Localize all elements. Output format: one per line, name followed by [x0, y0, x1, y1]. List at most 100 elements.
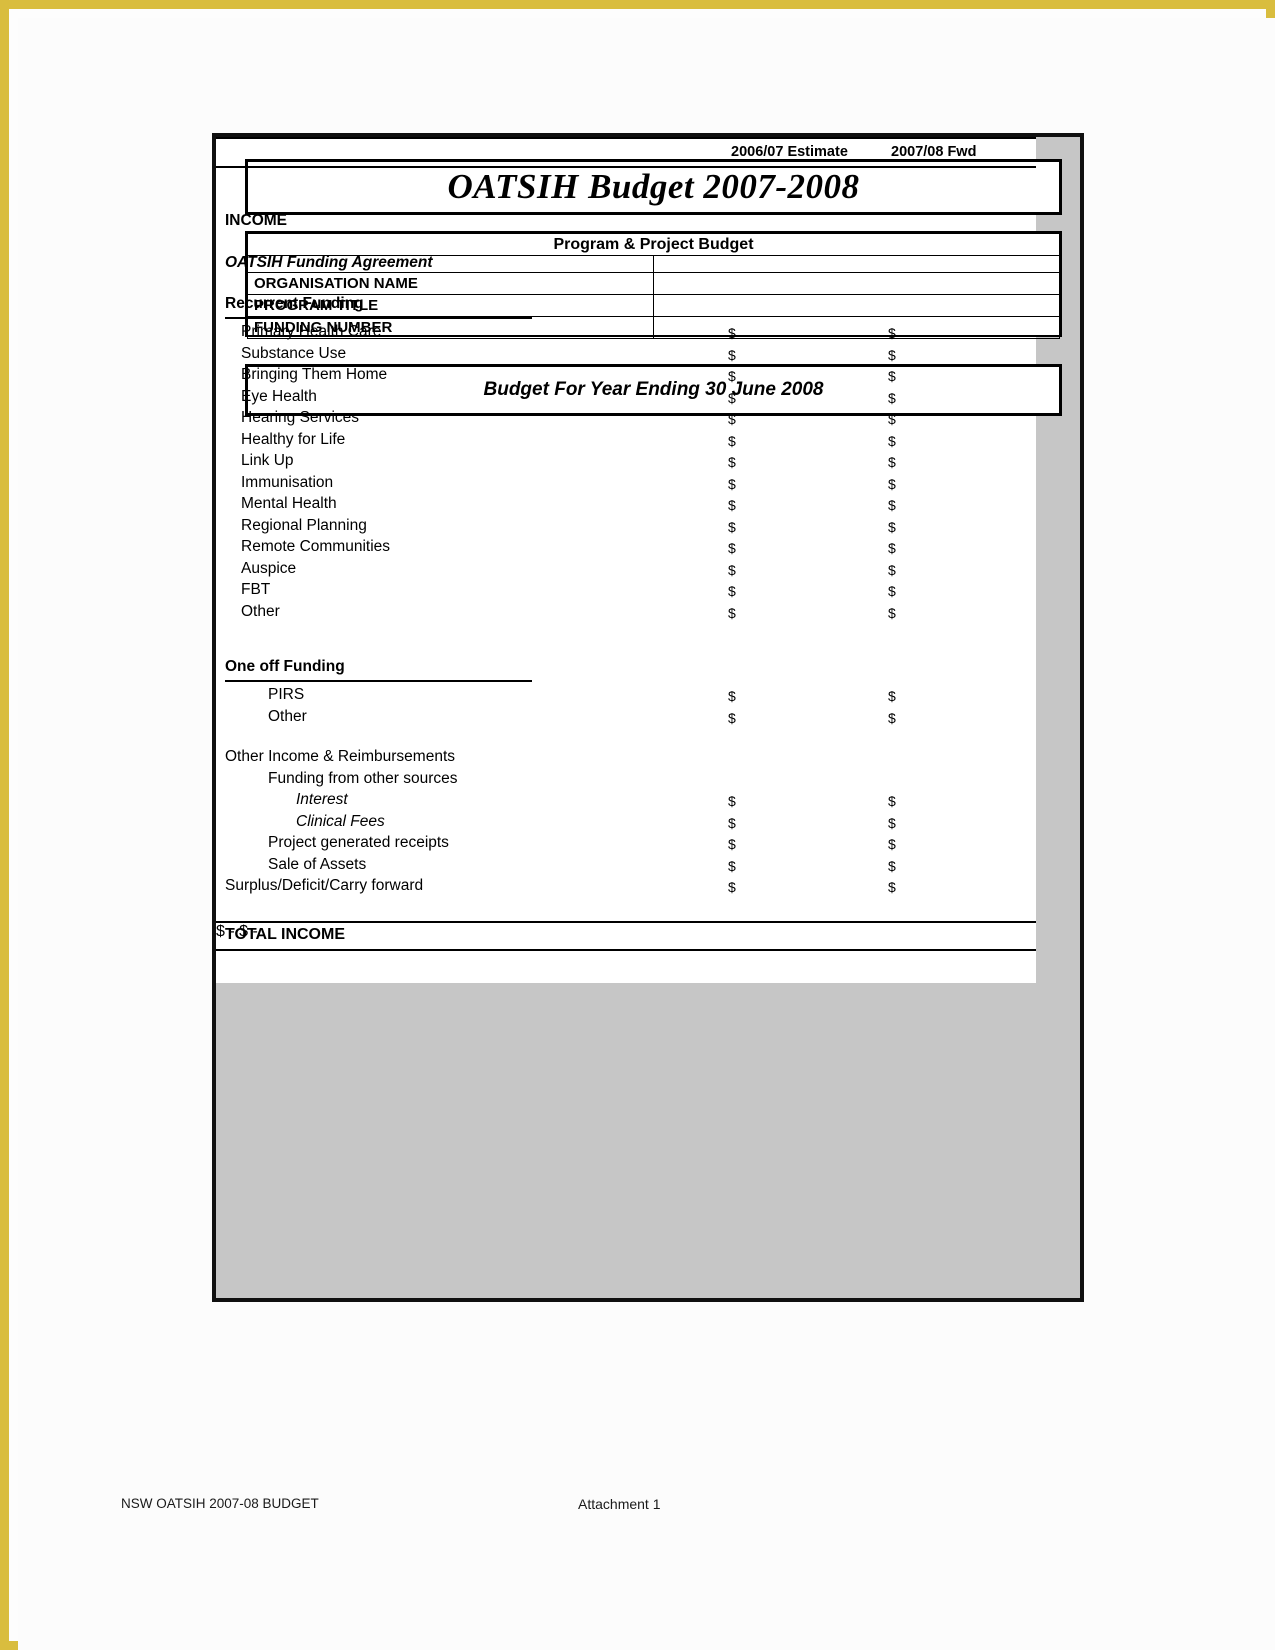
one-off-funding-heading: One off Funding	[225, 658, 345, 675]
line-label: FBT	[241, 581, 271, 598]
line-amount-estimate[interactable]: $	[728, 325, 736, 341]
line-amount-forward[interactable]: $	[888, 454, 896, 470]
line-amount-estimate[interactable]: $	[728, 411, 736, 427]
line-amount-forward[interactable]: $	[888, 605, 896, 621]
line-amount-forward[interactable]: $	[888, 583, 896, 599]
other-sources-heading: Funding from other sources	[268, 769, 458, 787]
line-amount-forward[interactable]: $	[888, 562, 896, 578]
line-label: Primary Health Care	[241, 323, 382, 340]
line-amount-estimate[interactable]: $	[728, 583, 736, 599]
budget-form-panel: OATSIH Budget 2007-2008 Program & Projec…	[212, 133, 1084, 1302]
line-amount-estimate[interactable]: $	[728, 519, 736, 535]
line-label: PIRS	[268, 686, 305, 703]
line-amount-estimate[interactable]: $	[728, 793, 736, 809]
line-amount-forward[interactable]: $	[888, 836, 896, 852]
column-header-forward: 2007/08 Fwd	[891, 144, 977, 160]
list-item: FBT $ $	[216, 581, 1036, 603]
other-income-heading: Other Income & Reimbursements	[225, 748, 456, 765]
list-item: Mental Health $ $	[216, 495, 1036, 517]
line-amount-estimate[interactable]: $	[728, 476, 736, 492]
page-footer: NSW OATSIH 2007-08 BUDGET Attachment 1	[18, 1496, 1275, 1536]
list-item: Interest $ $	[216, 791, 1036, 813]
line-amount-forward[interactable]: $	[888, 411, 896, 427]
line-amount-forward[interactable]: $	[888, 858, 896, 874]
footer-attachment-label: Attachment 1	[578, 1496, 661, 1512]
line-amount-forward[interactable]: $	[888, 540, 896, 556]
line-amount-estimate[interactable]: $	[728, 562, 736, 578]
line-amount-estimate[interactable]: $	[728, 605, 736, 621]
line-label: Sale of Assets	[268, 855, 367, 873]
income-section-heading-row: INCOME	[216, 212, 1036, 234]
footer-left-text: NSW OATSIH 2007-08 BUDGET	[121, 1496, 319, 1511]
line-amount-forward[interactable]: $	[888, 476, 896, 492]
line-label: Remote Communities	[241, 538, 391, 555]
line-amount-forward[interactable]: $	[888, 688, 896, 704]
budget-sheet: 2006/07 Estimate 2007/08 Fwd INCOME OATS…	[216, 137, 1036, 983]
list-item: Immunisation $ $	[216, 474, 1036, 496]
one-off-funding-group-row: One off Funding	[216, 658, 1036, 680]
line-label: Mental Health	[241, 495, 337, 512]
line-amount-estimate[interactable]: $	[728, 815, 736, 831]
surplus-row: Surplus/Deficit/Carry forward $ $	[216, 877, 1036, 899]
income-section-heading: INCOME	[225, 212, 287, 229]
line-label: Eye Health	[241, 387, 317, 405]
list-item: Other $ $	[216, 708, 1036, 730]
line-amount-estimate[interactable]: $	[728, 347, 736, 363]
line-amount-estimate[interactable]: $	[728, 497, 736, 513]
page-border: OATSIH Budget 2007-2008 Program & Projec…	[0, 0, 1275, 1650]
list-item: Clinical Fees $ $	[216, 813, 1036, 835]
list-item: Primary Health Care $ $	[216, 323, 1036, 345]
list-item: Substance Use $ $	[216, 345, 1036, 367]
line-amount-forward[interactable]: $	[888, 390, 896, 406]
line-amount-forward[interactable]: $	[888, 519, 896, 535]
line-amount-forward[interactable]: $	[888, 347, 896, 363]
list-item: Link Up $ $	[216, 452, 1036, 474]
other-sources-heading-row: Funding from other sources	[216, 770, 1036, 792]
list-item: Other $ $	[216, 603, 1036, 625]
line-amount-estimate[interactable]: $	[728, 433, 736, 449]
line-label: Project generated receipts	[268, 834, 449, 851]
budget-rows: INCOME OATSIH Funding Agreement Recurren…	[216, 168, 1036, 951]
recurrent-funding-heading: Recurrent Funding	[225, 295, 364, 312]
column-header-estimate: 2006/07 Estimate	[731, 144, 848, 160]
line-amount-estimate[interactable]: $	[728, 368, 736, 384]
budget-column-headers: 2006/07 Estimate 2007/08 Fwd	[216, 139, 1036, 168]
line-label: Link Up	[241, 452, 294, 469]
line-amount-forward[interactable]: $	[888, 793, 896, 809]
list-item: Project generated receipts $ $	[216, 834, 1036, 856]
line-label: Auspice	[241, 559, 297, 577]
list-item: Remote Communities $ $	[216, 538, 1036, 560]
line-amount-estimate[interactable]: $	[728, 390, 736, 406]
list-item: Sale of Assets $ $	[216, 856, 1036, 878]
line-amount-estimate[interactable]: $	[728, 688, 736, 704]
total-amount-estimate: $	[216, 923, 225, 940]
line-label: Other	[268, 707, 307, 725]
line-amount-forward[interactable]: $	[888, 325, 896, 341]
line-amount-forward[interactable]: $	[888, 368, 896, 384]
line-label: Other	[241, 602, 280, 620]
line-amount-estimate[interactable]: $	[728, 710, 736, 726]
line-label: Regional Planning	[241, 516, 367, 534]
line-amount-estimate[interactable]: $	[728, 858, 736, 874]
line-label: Healthy for Life	[241, 430, 346, 448]
list-item: Hearing Services $ $	[216, 409, 1036, 431]
funding-agreement-heading: OATSIH Funding Agreement	[225, 254, 433, 271]
list-item: Bringing Them Home $ $	[216, 366, 1036, 388]
line-amount-estimate[interactable]: $	[728, 836, 736, 852]
one-off-funding-underline	[225, 680, 532, 682]
line-label: Immunisation	[241, 473, 334, 491]
line-amount-forward[interactable]: $	[888, 497, 896, 513]
recurrent-funding-underline	[225, 317, 532, 319]
total-income-label: TOTAL INCOME	[225, 926, 345, 943]
line-amount-estimate[interactable]: $	[728, 454, 736, 470]
line-amount-forward[interactable]: $	[888, 710, 896, 726]
total-income-row: TOTAL INCOME $ - $ -	[216, 921, 1036, 951]
surplus-amount-forward[interactable]: $	[888, 879, 896, 895]
other-income-heading-row: Other Income & Reimbursements	[216, 748, 1036, 770]
list-item: Regional Planning $ $	[216, 517, 1036, 539]
list-item: Auspice $ $	[216, 560, 1036, 582]
surplus-amount-estimate[interactable]: $	[728, 879, 736, 895]
line-amount-forward[interactable]: $	[888, 433, 896, 449]
line-amount-forward[interactable]: $	[888, 815, 896, 831]
line-amount-estimate[interactable]: $	[728, 540, 736, 556]
